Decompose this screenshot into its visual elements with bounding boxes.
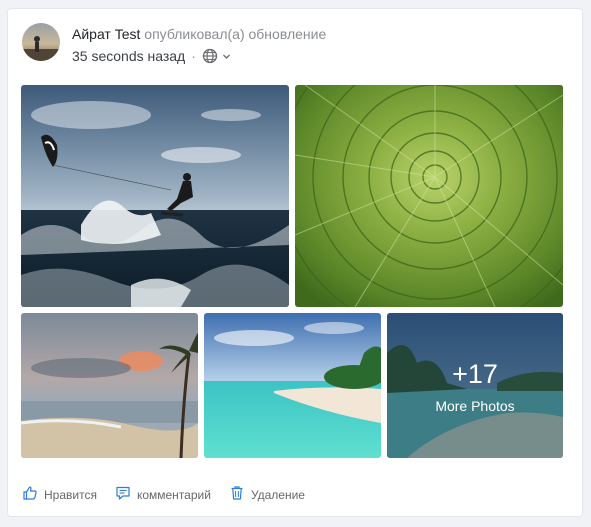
gallery-photo-3[interactable] bbox=[21, 313, 198, 458]
post-action-text: опубликовал(а) обновление bbox=[144, 26, 327, 42]
post-header: Айрат Test опубликовал(а) обновление bbox=[72, 26, 326, 42]
gallery-photo-4[interactable] bbox=[204, 313, 381, 458]
avatar[interactable] bbox=[22, 23, 60, 61]
delete-button[interactable]: Удаление bbox=[229, 485, 305, 504]
more-photos-overlay[interactable]: +17 More Photos bbox=[387, 313, 563, 458]
post-actions: Нравится комментарий Удаление bbox=[22, 485, 323, 504]
trash-icon bbox=[229, 485, 251, 504]
gallery-photo-2[interactable] bbox=[295, 85, 563, 307]
like-label: Нравится bbox=[44, 487, 97, 502]
delete-label: Удаление bbox=[250, 487, 305, 502]
comment-icon bbox=[115, 485, 137, 504]
comment-button[interactable]: комментарий bbox=[115, 485, 211, 504]
post-timestamp[interactable]: 35 seconds назад bbox=[72, 48, 185, 64]
comment-label: комментарий bbox=[136, 487, 211, 502]
thumbs-up-icon bbox=[22, 485, 44, 504]
more-photos-label: More Photos bbox=[435, 397, 515, 414]
post-meta: 35 seconds назад · bbox=[72, 48, 231, 64]
globe-icon[interactable] bbox=[202, 48, 218, 64]
post-card: Айрат Test опубликовал(а) обновление 35 … bbox=[7, 8, 583, 517]
like-button[interactable]: Нравится bbox=[22, 485, 97, 504]
author-name[interactable]: Айрат Test bbox=[72, 26, 140, 42]
gallery-photo-5-more[interactable]: +17 More Photos bbox=[387, 313, 563, 458]
gallery-photo-1[interactable] bbox=[21, 85, 289, 307]
chevron-down-icon[interactable] bbox=[222, 52, 231, 61]
meta-separator: · bbox=[191, 48, 196, 64]
more-photos-count: +17 bbox=[452, 358, 498, 389]
